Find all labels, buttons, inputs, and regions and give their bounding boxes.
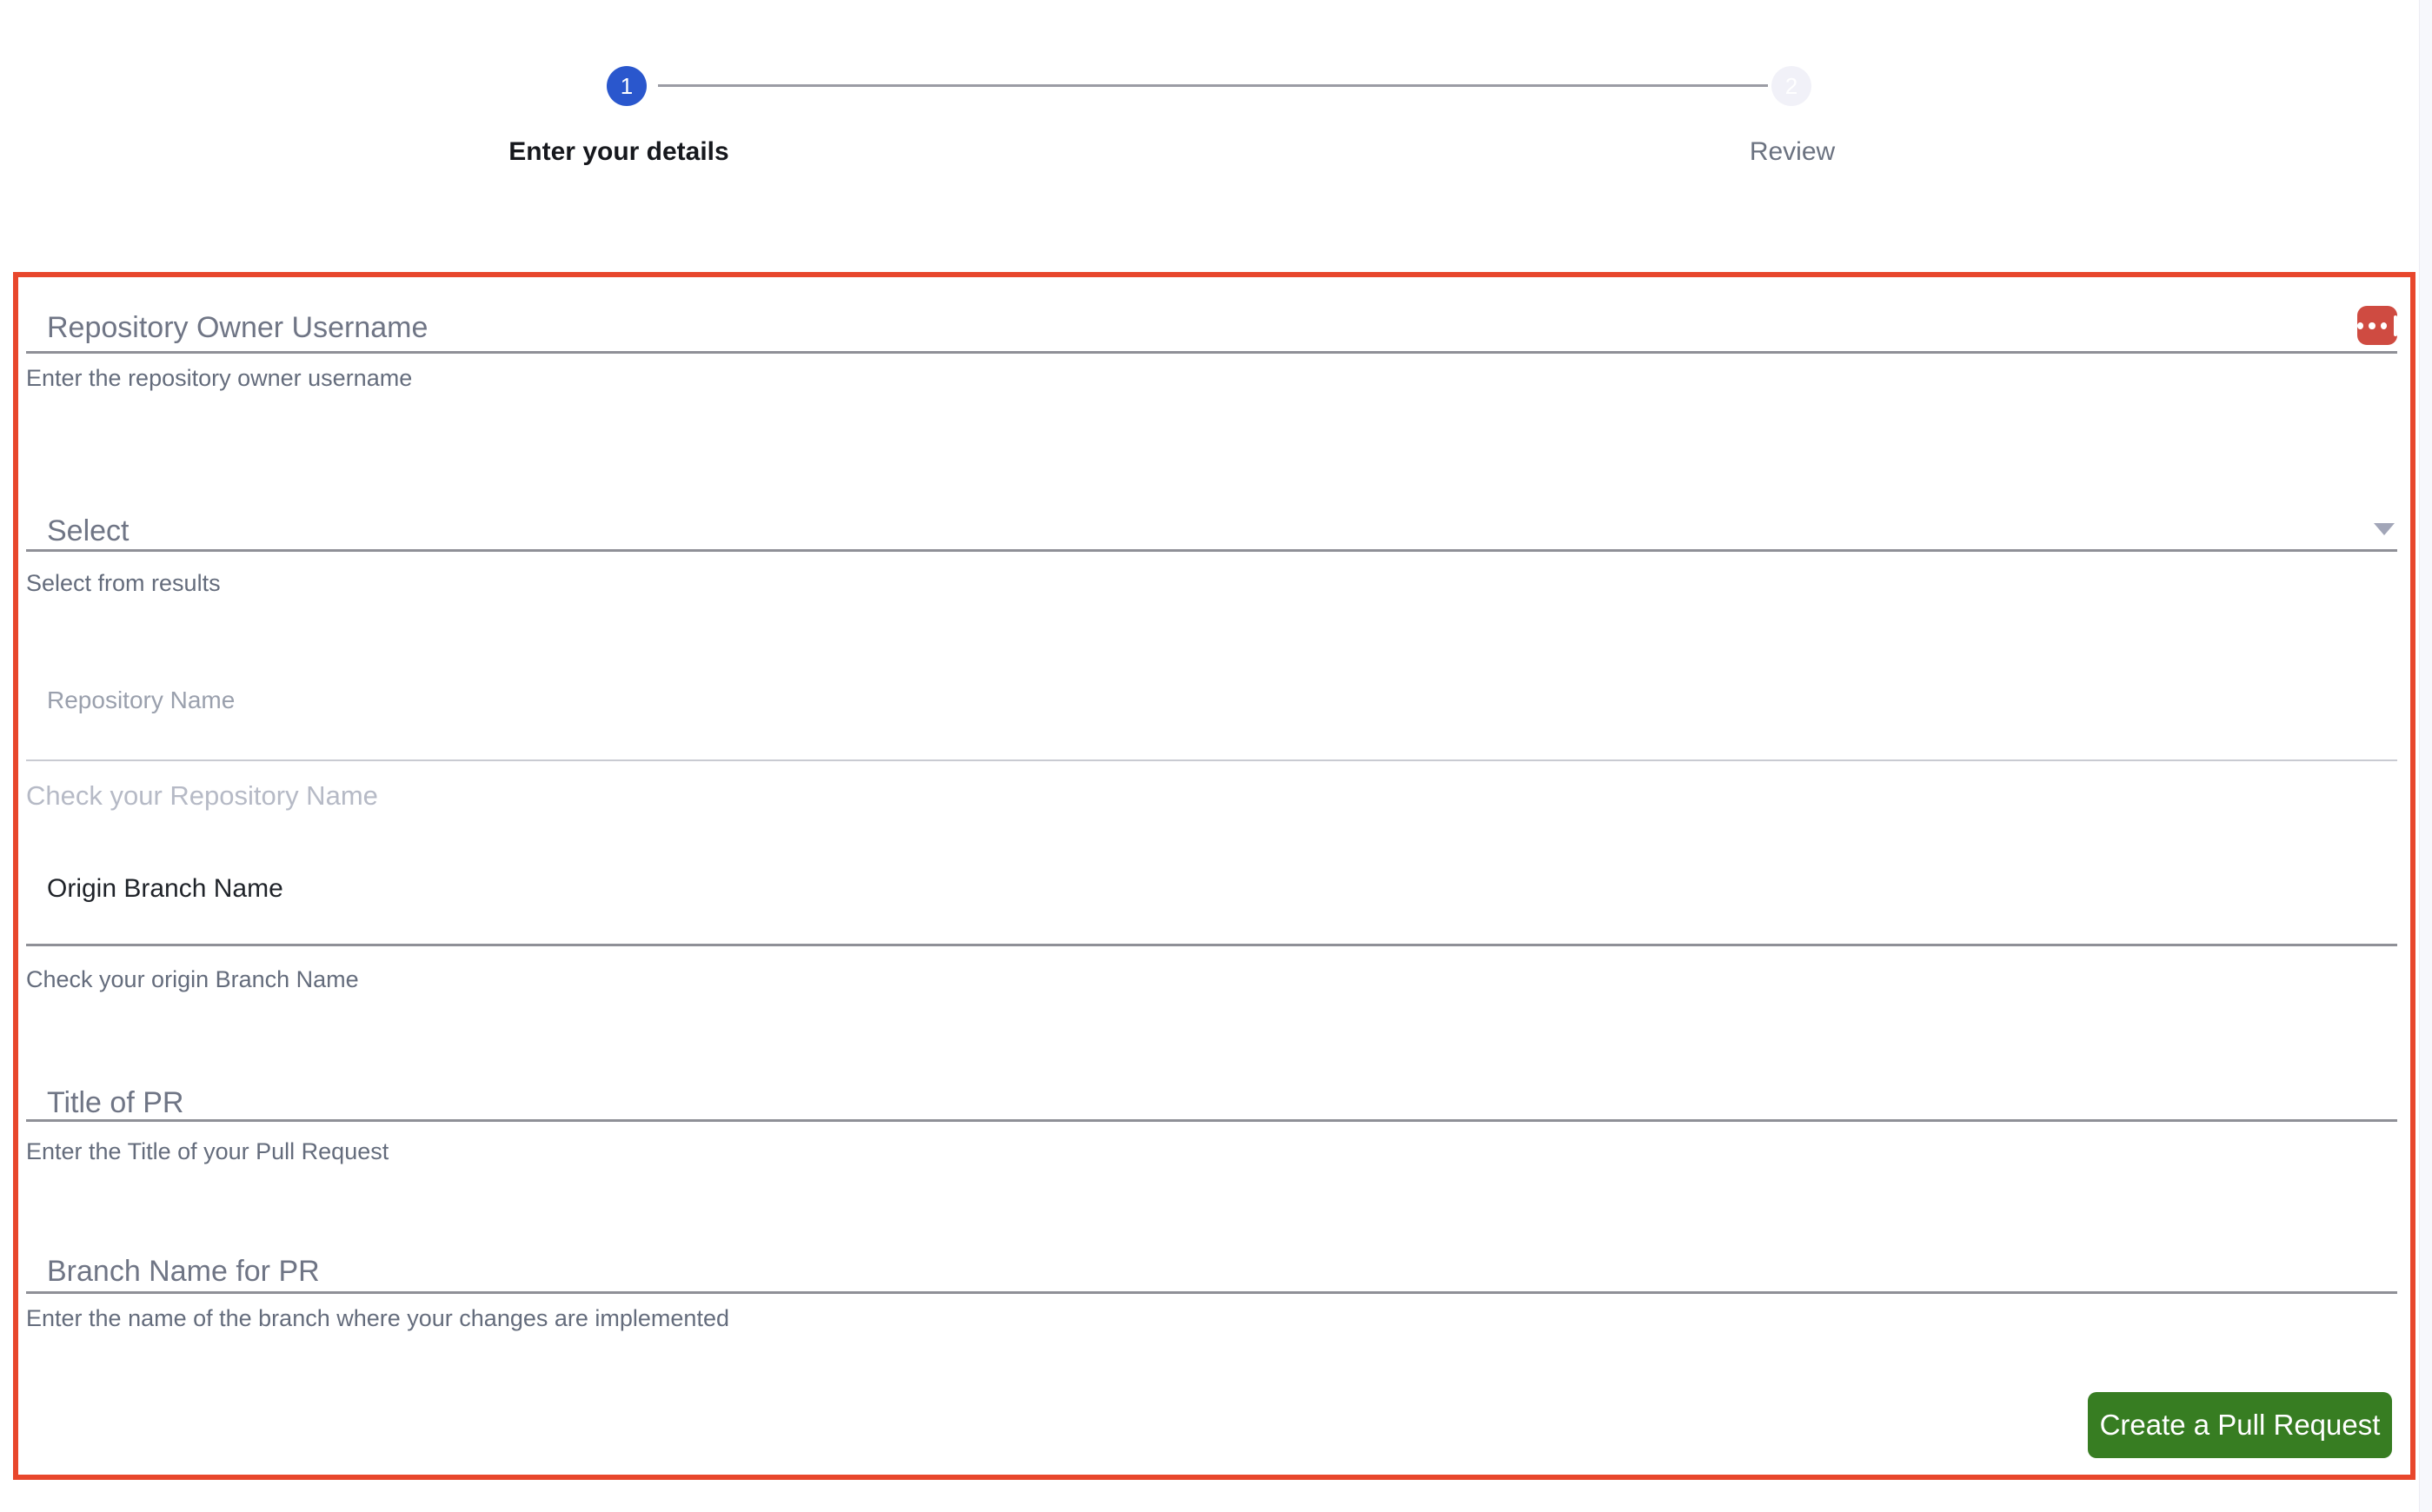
select-helper: Select from results bbox=[26, 570, 221, 596]
origin-branch-name-input[interactable]: Origin Branch Name bbox=[21, 869, 2397, 944]
step-1-number: 1 bbox=[620, 72, 634, 99]
lastpass-bar bbox=[2394, 315, 2397, 336]
repository-name-underline bbox=[26, 759, 2397, 761]
repository-owner-username-label: Repository Owner Username bbox=[47, 311, 429, 344]
lastpass-dot bbox=[2380, 322, 2388, 329]
title-of-pr-input[interactable]: Title of PR bbox=[21, 1081, 2397, 1119]
stepper-connector-line bbox=[658, 84, 1768, 87]
repository-owner-username-helper: Enter the repository owner username bbox=[26, 365, 413, 391]
lastpass-icon[interactable] bbox=[2357, 306, 2397, 345]
origin-branch-name-label: Origin Branch Name bbox=[47, 874, 283, 903]
step-1-label: Enter your details bbox=[508, 137, 729, 166]
step-2-indicator: 2 bbox=[1771, 66, 1811, 106]
origin-branch-name-helper: Check your origin Branch Name bbox=[26, 966, 359, 992]
branch-name-for-pr-input[interactable]: Branch Name for PR bbox=[21, 1250, 2397, 1291]
step-1-indicator: 1 bbox=[607, 66, 647, 106]
origin-branch-name-underline bbox=[26, 944, 2397, 946]
branch-name-for-pr-underline bbox=[26, 1291, 2397, 1294]
select-label: Select bbox=[47, 514, 130, 547]
repository-name-helper: Check your Repository Name bbox=[26, 780, 378, 811]
step-2-number: 2 bbox=[1784, 72, 1798, 99]
scrollbar-track[interactable] bbox=[2419, 0, 2432, 1512]
branch-name-for-pr-helper: Enter the name of the branch where your … bbox=[26, 1305, 729, 1331]
branch-name-for-pr-label: Branch Name for PR bbox=[47, 1255, 320, 1288]
repository-owner-username-input[interactable]: Repository Owner Username bbox=[21, 306, 2397, 351]
lastpass-dot bbox=[2369, 322, 2376, 329]
select-input[interactable]: Select bbox=[21, 509, 2397, 551]
lastpass-dot bbox=[2357, 322, 2364, 329]
create-pull-request-button[interactable]: Create a Pull Request bbox=[2088, 1392, 2392, 1458]
repository-owner-username-underline bbox=[26, 351, 2397, 354]
repository-name-label: Repository Name bbox=[47, 686, 236, 713]
title-of-pr-helper: Enter the Title of your Pull Request bbox=[26, 1138, 389, 1164]
select-underline bbox=[26, 549, 2397, 552]
title-of-pr-label: Title of PR bbox=[47, 1086, 184, 1119]
step-2-label: Review bbox=[1749, 137, 1836, 166]
chevron-down-icon[interactable] bbox=[2374, 523, 2395, 535]
title-of-pr-underline bbox=[26, 1119, 2397, 1122]
repository-name-input[interactable]: Repository Name bbox=[21, 683, 2397, 759]
